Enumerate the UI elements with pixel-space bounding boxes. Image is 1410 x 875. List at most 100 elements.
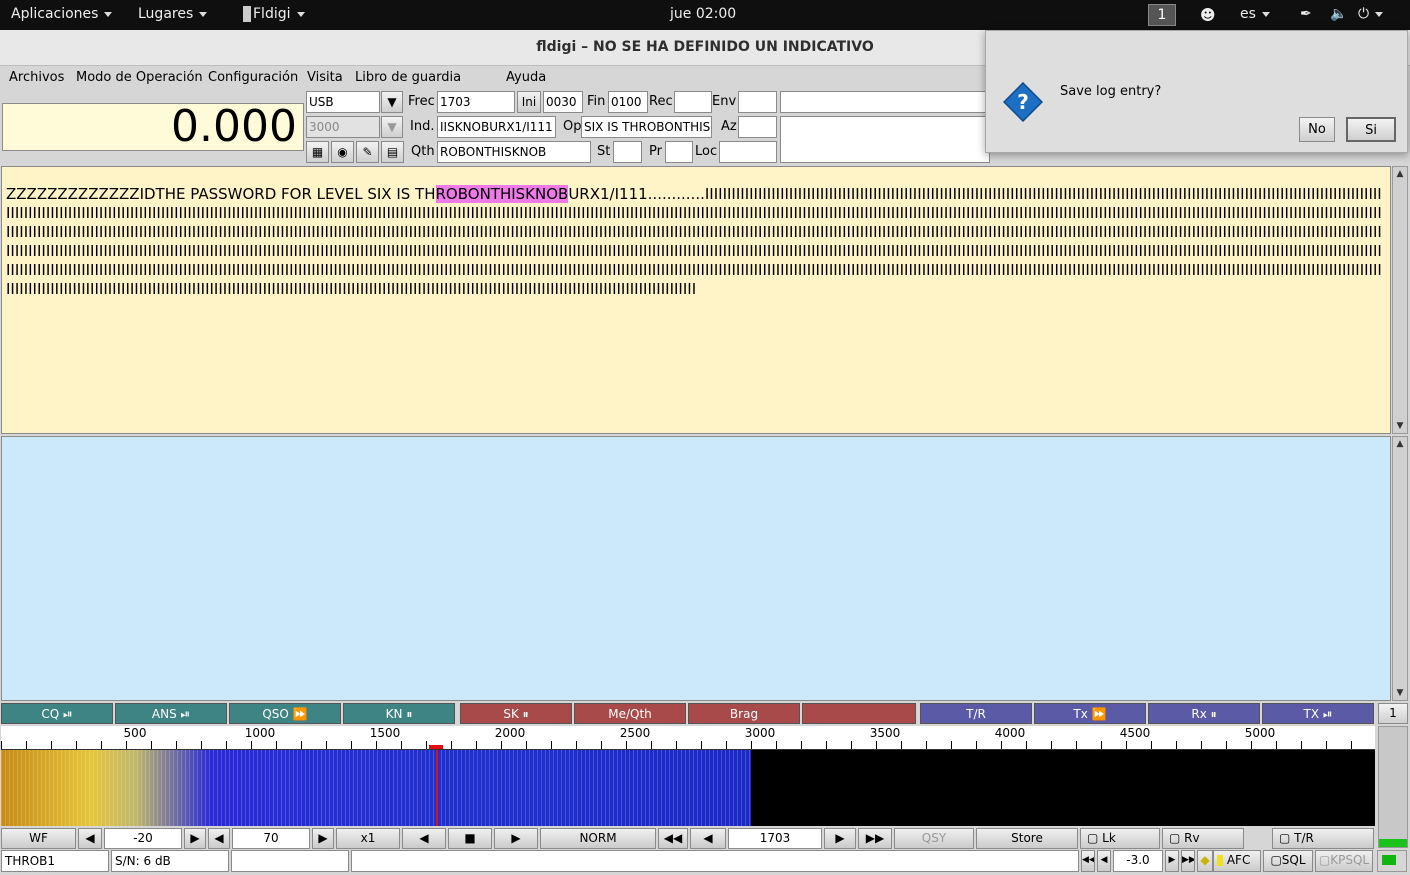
range-increase-button[interactable]: ▶ [312, 828, 334, 849]
macro-tr-button[interactable]: T/R [920, 703, 1032, 724]
kpsql-toggle[interactable]: ▢KPSQL [1315, 850, 1373, 872]
macro-tx-button[interactable]: Tx ⏩ [1034, 703, 1146, 724]
range-decrease-button[interactable]: ◀ [208, 828, 230, 849]
macro-kn-button[interactable]: KN ⏸ [343, 703, 455, 724]
dialog-yes-button[interactable]: Si [1346, 117, 1396, 142]
frec-field[interactable]: 1703 [437, 91, 515, 113]
macro-bank-button[interactable]: 1 [1378, 703, 1408, 724]
afc-back-icon[interactable]: ◀ [1097, 850, 1111, 872]
power-icon[interactable]: ⏻ [1358, 6, 1384, 22]
language-menu[interactable]: es [1240, 6, 1270, 22]
locator-field[interactable] [719, 141, 777, 163]
lock-toggle[interactable]: ▢ Lk [1080, 828, 1160, 849]
waterfall-display[interactable] [1, 750, 1375, 826]
mode-select[interactable]: USB [306, 91, 380, 113]
range-field[interactable]: 70 [232, 828, 310, 849]
tools-icon[interactable]: ✒ [1300, 6, 1312, 22]
places-menu[interactable]: Lugares [138, 6, 208, 22]
st-field[interactable] [613, 141, 642, 163]
menu-modo-operacion[interactable]: Modo de Operación [76, 70, 203, 85]
macro-cq-button[interactable]: CQ ⏯ [1, 703, 113, 724]
az-field[interactable] [738, 116, 777, 138]
receive-text-pane[interactable]: ZZZZZZZZZZZZZIDTHE PASSWORD FOR LEVEL SI… [1, 166, 1391, 434]
afc-toggle[interactable]: AFC [1213, 850, 1261, 872]
clock[interactable]: jue 02:00 [670, 6, 736, 22]
qth-field[interactable]: ROBONTHISKNOB [437, 141, 591, 163]
macro-brag-button[interactable]: Brag [688, 703, 800, 724]
mode-status[interactable]: THROB1 [1, 850, 109, 872]
qsy-button[interactable]: QSY [894, 828, 974, 849]
waterfall-mode-button[interactable]: WF [1, 828, 76, 849]
macro-empty-button[interactable] [802, 703, 916, 724]
notes-field[interactable] [780, 91, 990, 113]
app-menu[interactable]: Fldigi [243, 6, 305, 22]
signal-level-slider[interactable] [1378, 726, 1408, 848]
broom-clear-icon[interactable]: ✎ [356, 141, 379, 163]
scroll-right-button[interactable]: ▶ [494, 828, 538, 849]
menu-archivos[interactable]: Archivos [9, 70, 64, 85]
freq-down-button[interactable]: ◀ [690, 828, 726, 849]
ini-field[interactable]: 0030 [543, 91, 583, 113]
waterfall-speed-button[interactable]: NORM [540, 828, 656, 849]
tx-scrollbar[interactable]: ▲ ▼ [1392, 436, 1408, 701]
macro-sk-button[interactable]: SK ⏸ [460, 703, 572, 724]
afc-fast-forward-icon[interactable]: ▶▶ [1181, 850, 1195, 872]
pr-field[interactable] [665, 141, 693, 163]
diamond-icon[interactable]: ◆ [1197, 850, 1213, 872]
log-save-icon[interactable]: ▦ [306, 141, 329, 163]
globe-icon[interactable]: ◉ [331, 141, 354, 163]
scroll-up-icon[interactable]: ▲ [1395, 169, 1405, 179]
scroll-left-button[interactable]: ◀ [402, 828, 446, 849]
bandwidth-select[interactable]: 3000 [306, 116, 380, 138]
env-field[interactable] [738, 91, 777, 113]
sql-checkbox[interactable]: ▢ [1270, 853, 1281, 867]
freq-fast-down-button[interactable]: ◀◀ [658, 828, 688, 849]
store-button[interactable]: Store [976, 828, 1078, 849]
menu-ayuda[interactable]: Ayuda [506, 70, 546, 85]
operator-field[interactable]: SIX IS THROBONTHIS [581, 116, 712, 138]
macro-ans-button[interactable]: ANS ⏯ [115, 703, 227, 724]
afc-forward-icon[interactable]: ▶ [1165, 850, 1179, 872]
rec-field[interactable] [674, 91, 712, 113]
scroll-center-button[interactable]: ■ [448, 828, 492, 849]
sql-toggle[interactable]: ▢SQL [1263, 850, 1313, 872]
frequency-display[interactable]: 0.000 [2, 103, 304, 151]
applications-menu[interactable]: Aplicaciones [11, 6, 113, 22]
carrier-frequency-field[interactable]: 1703 [728, 828, 822, 849]
menu-configuracion[interactable]: Configuración [208, 70, 298, 85]
freq-fast-up-button[interactable]: ▶▶ [858, 828, 892, 849]
fin-field[interactable]: 0100 [608, 91, 648, 113]
macro-qso-button[interactable]: QSO ⏩ [229, 703, 341, 724]
ini-button[interactable]: Ini [517, 91, 541, 113]
scroll-up-icon[interactable]: ▲ [1395, 439, 1405, 449]
scroll-down-icon[interactable]: ▼ [1395, 421, 1405, 431]
reverse-toggle[interactable]: ▢ Rv [1162, 828, 1244, 849]
menu-visita[interactable]: Visita [307, 70, 343, 85]
afc-fast-back-icon[interactable]: ◀◀ [1081, 850, 1095, 872]
kpsql-checkbox[interactable]: ▢ [1319, 853, 1330, 867]
tr-toggle[interactable]: ▢ T/R [1272, 828, 1374, 849]
people-icon[interactable]: ☻ [1200, 6, 1216, 24]
freq-up-button[interactable]: ▶ [824, 828, 856, 849]
transmit-text-pane[interactable] [1, 436, 1391, 701]
ref-increase-button[interactable]: ▶ [184, 828, 206, 849]
rx-scrollbar[interactable]: ▲ ▼ [1392, 166, 1408, 434]
lock-checkbox[interactable]: ▢ [1087, 831, 1098, 845]
afc-value-field[interactable]: -3.0 [1113, 850, 1163, 872]
volume-icon[interactable]: 🔈 [1330, 6, 1347, 22]
macro-tx-tune-button[interactable]: TX ⏯ [1262, 703, 1374, 724]
reverse-checkbox[interactable]: ▢ [1169, 831, 1180, 845]
callsign-field[interactable]: IISKNOBURX1/I111 [437, 116, 556, 138]
workspace-indicator[interactable]: 1 [1148, 4, 1176, 26]
ref-level-field[interactable]: -20 [104, 828, 182, 849]
ref-decrease-button[interactable]: ◀ [78, 828, 102, 849]
comments-field[interactable] [780, 116, 990, 163]
dialog-no-button[interactable]: No [1299, 117, 1335, 142]
mode-dropdown-button[interactable]: ▼ [381, 91, 403, 113]
database-icon[interactable]: ▤ [381, 141, 404, 163]
macro-meqth-button[interactable]: Me/Qth [574, 703, 686, 724]
macro-rx-button[interactable]: Rx ⏸ [1148, 703, 1260, 724]
tr-checkbox[interactable]: ▢ [1279, 831, 1290, 845]
zoom-button[interactable]: x1 [336, 828, 400, 849]
bandwidth-dropdown-button[interactable]: ▼ [381, 116, 403, 138]
